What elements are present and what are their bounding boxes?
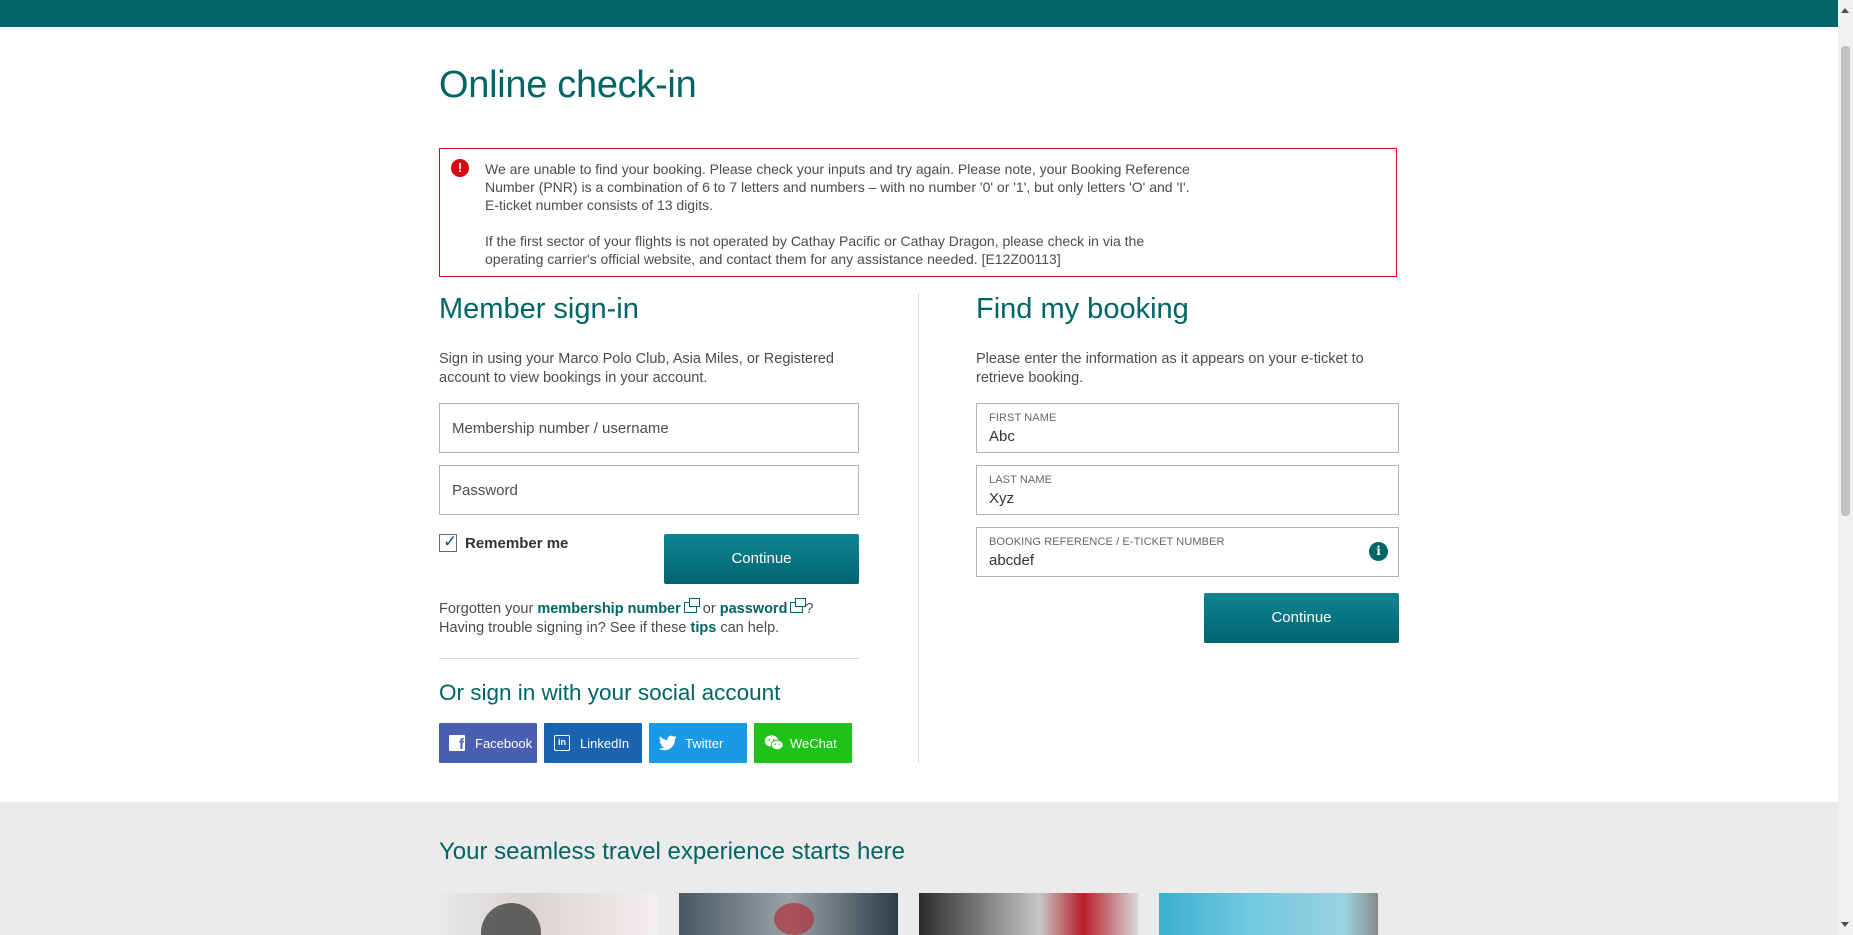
booking-continue-button[interactable]: Continue bbox=[1204, 593, 1399, 643]
membership-username-field[interactable] bbox=[439, 403, 859, 453]
membership-number-link[interactable]: membership number bbox=[537, 601, 680, 617]
tips-link[interactable]: tips bbox=[691, 620, 717, 636]
signin-help-text: Forgotten your membership number or pass… bbox=[439, 598, 814, 638]
error-text: We are unable to find your booking. Plea… bbox=[485, 160, 1205, 268]
member-signin-description: Sign in using your Marco Polo Club, Asia… bbox=[439, 351, 834, 386]
external-link-icon bbox=[683, 598, 700, 613]
column-divider bbox=[918, 293, 919, 763]
membership-username-input[interactable] bbox=[452, 404, 829, 452]
password-input[interactable] bbox=[452, 466, 829, 514]
facebook-signin-button[interactable]: Facebook bbox=[439, 723, 537, 763]
external-link-icon bbox=[790, 598, 807, 613]
help-forgotten-text: Forgotten your bbox=[439, 601, 534, 617]
help-question-mark: ? bbox=[805, 601, 814, 617]
scroll-down-arrow-icon[interactable] bbox=[1841, 922, 1849, 927]
scroll-thumb[interactable] bbox=[1841, 46, 1850, 516]
help-can-help-text: can help. bbox=[720, 620, 780, 636]
promo-image-2[interactable] bbox=[679, 893, 898, 935]
page-title: Online check-in bbox=[439, 64, 697, 106]
social-signin-heading: Or sign in with your social account bbox=[439, 680, 781, 705]
first-name-label: FIRST NAME bbox=[989, 412, 1057, 424]
find-booking-heading: Find my booking bbox=[976, 293, 1189, 325]
find-booking-description: Please enter the information as it appea… bbox=[976, 351, 1364, 386]
last-name-label: LAST NAME bbox=[989, 474, 1053, 486]
first-name-input[interactable] bbox=[989, 428, 1347, 445]
booking-reference-input[interactable] bbox=[989, 552, 1347, 569]
error-paragraph-2: If the first sector of your flights is n… bbox=[485, 233, 1145, 267]
member-continue-button[interactable]: Continue bbox=[664, 534, 859, 584]
info-icon[interactable]: i bbox=[1369, 542, 1388, 561]
top-brand-bar bbox=[0, 0, 1838, 27]
page-scrollbar[interactable] bbox=[1838, 0, 1853, 935]
scroll-up-arrow-icon[interactable] bbox=[1841, 8, 1849, 13]
first-name-field[interactable]: FIRST NAME bbox=[976, 403, 1399, 453]
checkmark-icon: ✓ bbox=[443, 532, 458, 551]
remember-me-checkbox[interactable]: ✓ bbox=[439, 532, 458, 552]
booking-reference-label: BOOKING REFERENCE / E-TICKET NUMBER bbox=[989, 536, 1225, 548]
section-divider bbox=[439, 658, 859, 659]
help-trouble-text: Having trouble signing in? See if these bbox=[439, 620, 687, 636]
error-message-box: ! We are unable to find your booking. Pl… bbox=[439, 148, 1397, 277]
remember-me[interactable]: ✓ Remember me bbox=[439, 532, 569, 552]
wechat-icon bbox=[764, 735, 784, 751]
last-name-field[interactable]: LAST NAME bbox=[976, 465, 1399, 515]
facebook-label: Facebook bbox=[475, 735, 533, 751]
wechat-signin-button[interactable]: WeChat bbox=[754, 723, 852, 763]
twitter-label: Twitter bbox=[685, 735, 724, 751]
remember-me-label: Remember me bbox=[465, 534, 569, 552]
error-exclamation-icon: ! bbox=[451, 159, 469, 177]
promo-image-1[interactable] bbox=[439, 893, 658, 935]
twitter-signin-button[interactable]: Twitter bbox=[649, 723, 747, 763]
booking-reference-field[interactable]: BOOKING REFERENCE / E-TICKET NUMBER i bbox=[976, 527, 1399, 577]
linkedin-label: LinkedIn bbox=[580, 735, 630, 751]
member-signin-heading: Member sign-in bbox=[439, 293, 639, 325]
facebook-icon bbox=[449, 735, 465, 753]
help-or-text: or bbox=[702, 601, 716, 617]
wechat-label: WeChat bbox=[790, 735, 837, 751]
password-link[interactable]: password bbox=[720, 601, 788, 617]
linkedin-signin-button[interactable]: in LinkedIn bbox=[544, 723, 642, 763]
promo-heading: Your seamless travel experience starts h… bbox=[439, 838, 906, 865]
password-field[interactable] bbox=[439, 465, 859, 515]
twitter-icon bbox=[658, 735, 677, 751]
promo-image-3[interactable] bbox=[919, 893, 1138, 935]
promo-image-4[interactable] bbox=[1159, 893, 1378, 935]
last-name-input[interactable] bbox=[989, 490, 1347, 507]
error-paragraph-1: We are unable to find your booking. Plea… bbox=[485, 161, 1190, 213]
linkedin-icon: in bbox=[554, 735, 570, 751]
